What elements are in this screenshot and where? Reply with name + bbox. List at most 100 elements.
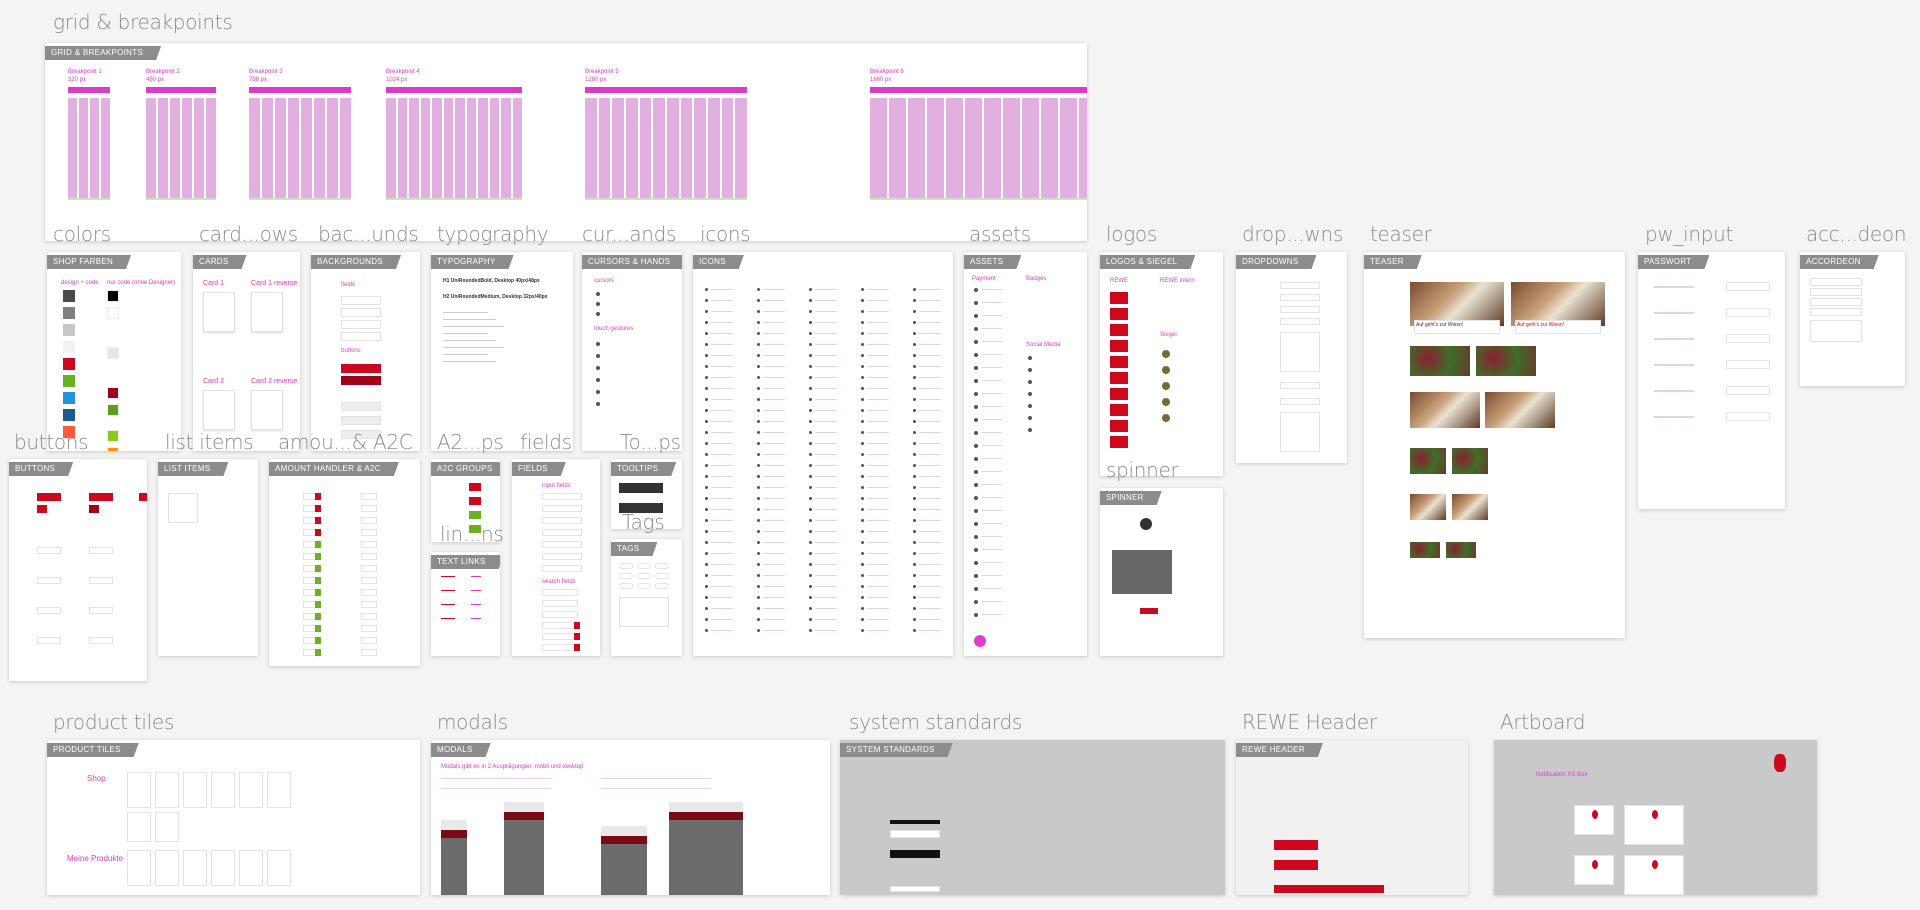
- artboard-label-icons[interactable]: icons: [700, 222, 751, 246]
- text-link[interactable]: [441, 590, 455, 591]
- tag-chip[interactable]: [619, 563, 633, 569]
- artboard-backgrounds[interactable]: BACKGROUNDS fields buttons: [311, 252, 420, 451]
- amount-handler[interactable]: [361, 625, 377, 632]
- product-tile[interactable]: [127, 772, 151, 808]
- artboard-assets[interactable]: ASSETS Payment Badges Social Media: [964, 252, 1087, 656]
- text-link[interactable]: [471, 618, 481, 619]
- tag-chip[interactable]: [655, 563, 669, 569]
- input-field[interactable]: [542, 553, 582, 560]
- artboard-amount[interactable]: AMOUNT HANDLER & A2C: [269, 459, 420, 666]
- artboard-artboard[interactable]: Notification XS Box: [1494, 740, 1817, 895]
- button-sample[interactable]: [37, 547, 61, 554]
- artboard-label-typography[interactable]: typography: [437, 222, 549, 246]
- accordion-item[interactable]: [1810, 278, 1862, 286]
- dropdown[interactable]: [1280, 382, 1320, 389]
- button-sample[interactable]: [89, 607, 113, 614]
- search-button[interactable]: [574, 633, 580, 640]
- artboard-cards[interactable]: CARDS Card 1 Card 1 reverse Card 2 Card 2 re…: [193, 252, 300, 451]
- artboard-grid[interactable]: GRID & BREAKPOINTS Breakpoint 1 320 px Brea…: [45, 43, 1087, 241]
- button-sample[interactable]: [37, 505, 47, 513]
- artboard-header[interactable]: REWE HEADER: [1236, 740, 1468, 895]
- a2c-button[interactable]: [315, 517, 321, 524]
- product-tile[interactable]: [239, 850, 263, 886]
- artboard-label-system[interactable]: system standards: [849, 710, 1022, 734]
- artboard-passwort[interactable]: PASSWORT: [1638, 252, 1785, 509]
- product-tile[interactable]: [211, 772, 235, 808]
- product-tile[interactable]: [211, 850, 235, 886]
- amount-handler[interactable]: [361, 589, 377, 596]
- design-canvas[interactable]: grid & breakpoints GRID & BREAKPOINTS Brea…: [0, 0, 1920, 910]
- artboard-label-tags[interactable]: Tags: [622, 510, 665, 534]
- search-field[interactable]: [542, 622, 578, 629]
- password-input[interactable]: [1726, 308, 1770, 317]
- artboard-teaser[interactable]: TEASER Auf geht's zur Wiesn! Auf geht's zu…: [1364, 252, 1625, 638]
- input-field[interactable]: [542, 493, 582, 500]
- dropdown[interactable]: [1280, 398, 1320, 405]
- a2c-button[interactable]: [315, 637, 321, 644]
- artboard-modals[interactable]: MODALS Modals gibt es in 2 Ausprägungen: …: [431, 740, 830, 895]
- input-field[interactable]: [542, 541, 582, 548]
- artboard-cursors[interactable]: CURSORS & HANDS cursors touch gestures: [582, 252, 682, 451]
- artboard-label-assets[interactable]: assets: [969, 222, 1031, 246]
- tag-chip[interactable]: [619, 573, 633, 579]
- a2c-button[interactable]: [315, 577, 321, 584]
- artboard-colors[interactable]: SHOP FARBEN design + code nur code (ohne D…: [47, 252, 181, 451]
- artboard-label-grid[interactable]: grid & breakpoints: [53, 10, 233, 34]
- tag-chip[interactable]: [619, 583, 633, 589]
- amount-handler[interactable]: [361, 493, 377, 500]
- artboard-typography[interactable]: TYPOGRAPHY H1 UniRoundedBold, Desktop 40p…: [431, 252, 573, 451]
- text-link[interactable]: [441, 576, 455, 577]
- product-tile[interactable]: [267, 850, 291, 886]
- artboard-label-accordeon[interactable]: acc...deon: [1806, 222, 1907, 246]
- input-field[interactable]: [542, 529, 582, 536]
- button-sample[interactable]: [89, 637, 113, 644]
- artboard-label-listitems[interactable]: list items: [165, 430, 254, 454]
- button-sample[interactable]: [89, 505, 99, 513]
- product-tile[interactable]: [127, 850, 151, 886]
- a2c-button[interactable]: [469, 511, 481, 519]
- text-link[interactable]: [471, 590, 481, 591]
- artboard-label-colors[interactable]: colors: [53, 222, 111, 246]
- password-input[interactable]: [1726, 360, 1770, 369]
- a2c-button[interactable]: [469, 483, 481, 491]
- product-tile[interactable]: [155, 850, 179, 886]
- button-sample[interactable]: [37, 607, 61, 614]
- password-input[interactable]: [1726, 334, 1770, 343]
- a2c-button[interactable]: [315, 505, 321, 512]
- artboard-label-artboard[interactable]: Artboard: [1500, 710, 1585, 734]
- search-field[interactable]: [542, 589, 578, 596]
- artboard-listitems[interactable]: LIST ITEMS: [158, 459, 258, 656]
- tag-chip[interactable]: [637, 563, 651, 569]
- amount-handler[interactable]: [361, 565, 377, 572]
- artboard-label-a2c[interactable]: A2...ps: [437, 430, 504, 454]
- artboard-label-cursors[interactable]: cur...ands: [582, 222, 676, 246]
- amount-handler[interactable]: [361, 517, 377, 524]
- button-sample[interactable]: [89, 577, 113, 584]
- a2c-button[interactable]: [469, 497, 481, 505]
- accordion-item[interactable]: [1810, 288, 1862, 296]
- artboard-spinner[interactable]: SPINNER: [1100, 488, 1223, 656]
- button-sample[interactable]: [89, 493, 113, 501]
- a2c-button[interactable]: [315, 601, 321, 608]
- artboard-label-dropdowns[interactable]: drop...wns: [1242, 222, 1343, 246]
- input-field[interactable]: [542, 505, 582, 512]
- accordion-item[interactable]: [1810, 298, 1862, 306]
- product-tile[interactable]: [127, 812, 151, 842]
- accordion-item[interactable]: [1810, 308, 1862, 316]
- artboard-label-fields[interactable]: fields: [520, 430, 572, 454]
- button-sample[interactable]: [139, 493, 147, 501]
- a2c-button[interactable]: [315, 613, 321, 620]
- a2c-button[interactable]: [315, 529, 321, 536]
- dropdown[interactable]: [1280, 306, 1320, 313]
- artboard-label-cards[interactable]: card...ows: [199, 222, 298, 246]
- artboard-label-teaser[interactable]: teaser: [1370, 222, 1432, 246]
- search-field[interactable]: [542, 611, 578, 618]
- artboard-producttiles[interactable]: PRODUCT TILES Shop Meine Produkte: [47, 740, 420, 895]
- product-tile[interactable]: [155, 812, 179, 842]
- search-button[interactable]: [574, 644, 580, 651]
- a2c-button[interactable]: [315, 649, 321, 656]
- product-tile[interactable]: [155, 772, 179, 808]
- text-link[interactable]: [441, 618, 455, 619]
- button-sample[interactable]: [37, 577, 61, 584]
- artboard-icons[interactable]: ICONS: [693, 252, 953, 656]
